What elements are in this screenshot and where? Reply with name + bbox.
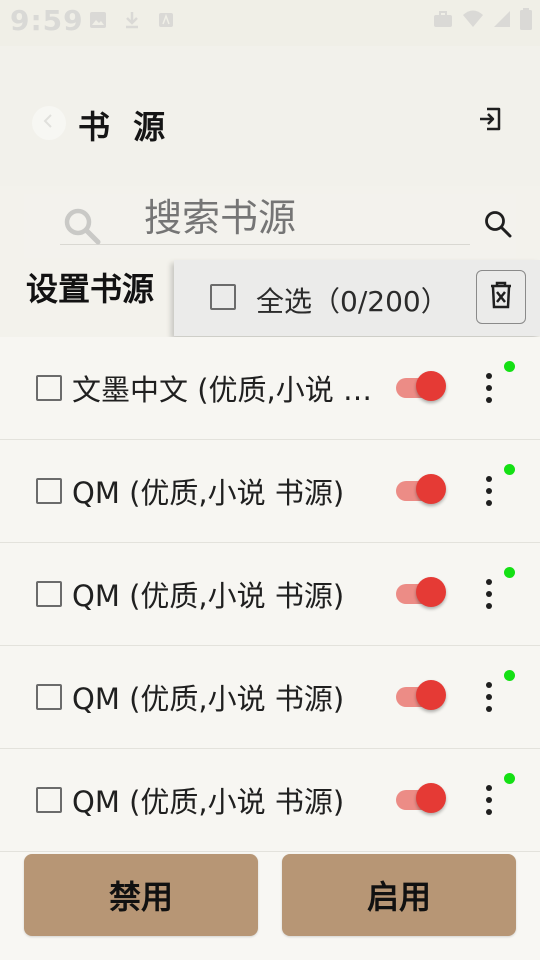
status-bar: 9:59 (0, 0, 540, 46)
import-button[interactable] (474, 104, 508, 138)
select-all-label[interactable]: 全选（0/200） (256, 280, 449, 320)
status-time: 9:59 (10, 4, 84, 37)
item-checkbox[interactable] (36, 375, 62, 401)
list-item[interactable]: QM (优质,小说 书源) (0, 749, 540, 852)
toggle-thumb (416, 371, 446, 401)
search-input[interactable] (144, 196, 444, 240)
online-status-dot (504, 670, 515, 681)
toggle-thumb (416, 577, 446, 607)
item-checkbox[interactable] (36, 478, 62, 504)
source-name: QM (优质,小说 书源) (72, 682, 345, 716)
online-status-dot (504, 567, 515, 578)
enable-toggle[interactable] (396, 371, 446, 401)
select-all-bar: 全选（0/200） (174, 260, 540, 336)
source-name: QM (优质,小说 书源) (72, 476, 345, 510)
more-options-icon[interactable] (478, 373, 500, 403)
search-icon (62, 206, 102, 250)
delete-icon (488, 280, 514, 314)
online-status-dot (504, 361, 515, 372)
more-options-icon[interactable] (478, 785, 500, 815)
list-item[interactable]: QM (优质,小说 书源) (0, 646, 540, 749)
image-icon (88, 10, 108, 30)
bottom-action-bar: 禁用 启用 (0, 852, 540, 960)
status-notification-icons (88, 10, 176, 30)
source-name: 文墨中文 (优质,小说 书源) (72, 373, 382, 407)
more-options-icon[interactable] (478, 682, 500, 712)
enable-toggle[interactable] (396, 680, 446, 710)
chevron-left-icon (41, 113, 57, 133)
search-button[interactable] (478, 206, 518, 246)
search-icon (483, 209, 513, 243)
toggle-thumb (416, 474, 446, 504)
download-icon (122, 10, 142, 30)
battery-icon (520, 8, 532, 34)
status-system-icons (432, 8, 532, 34)
source-name: QM (优质,小说 书源) (72, 785, 345, 819)
page-title: 书 源 (78, 108, 172, 146)
list-item[interactable]: 文墨中文 (优质,小说 书源) (0, 337, 540, 440)
item-checkbox[interactable] (36, 581, 62, 607)
enable-toggle[interactable] (396, 577, 446, 607)
online-status-dot (504, 464, 515, 475)
toggle-thumb (416, 680, 446, 710)
more-options-icon[interactable] (478, 579, 500, 609)
item-checkbox[interactable] (36, 684, 62, 710)
enable-toggle[interactable] (396, 474, 446, 504)
wifi-icon (462, 9, 484, 33)
list-item[interactable]: QM (优质,小说 书源) (0, 543, 540, 646)
more-options-icon[interactable] (478, 476, 500, 506)
online-status-dot (504, 773, 515, 784)
section-title: 设置书源 (26, 270, 155, 308)
source-name: QM (优质,小说 书源) (72, 579, 345, 613)
briefcase-icon (432, 9, 454, 33)
signal-icon (492, 9, 512, 33)
enable-toggle[interactable] (396, 783, 446, 813)
disable-button[interactable]: 禁用 (24, 854, 258, 936)
delete-button[interactable] (476, 270, 526, 324)
app-bar: 书 源 (0, 46, 540, 186)
font-icon (156, 10, 176, 30)
enable-button[interactable]: 启用 (282, 854, 516, 936)
source-list: 文墨中文 (优质,小说 书源) QM (优质,小说 书源) QM (优质,小说 … (0, 337, 540, 852)
back-button[interactable] (32, 106, 66, 140)
select-all-checkbox[interactable] (210, 284, 236, 310)
list-item[interactable]: QM (优质,小说 书源) (0, 440, 540, 543)
toggle-thumb (416, 783, 446, 813)
item-checkbox[interactable] (36, 787, 62, 813)
import-icon (477, 105, 505, 137)
